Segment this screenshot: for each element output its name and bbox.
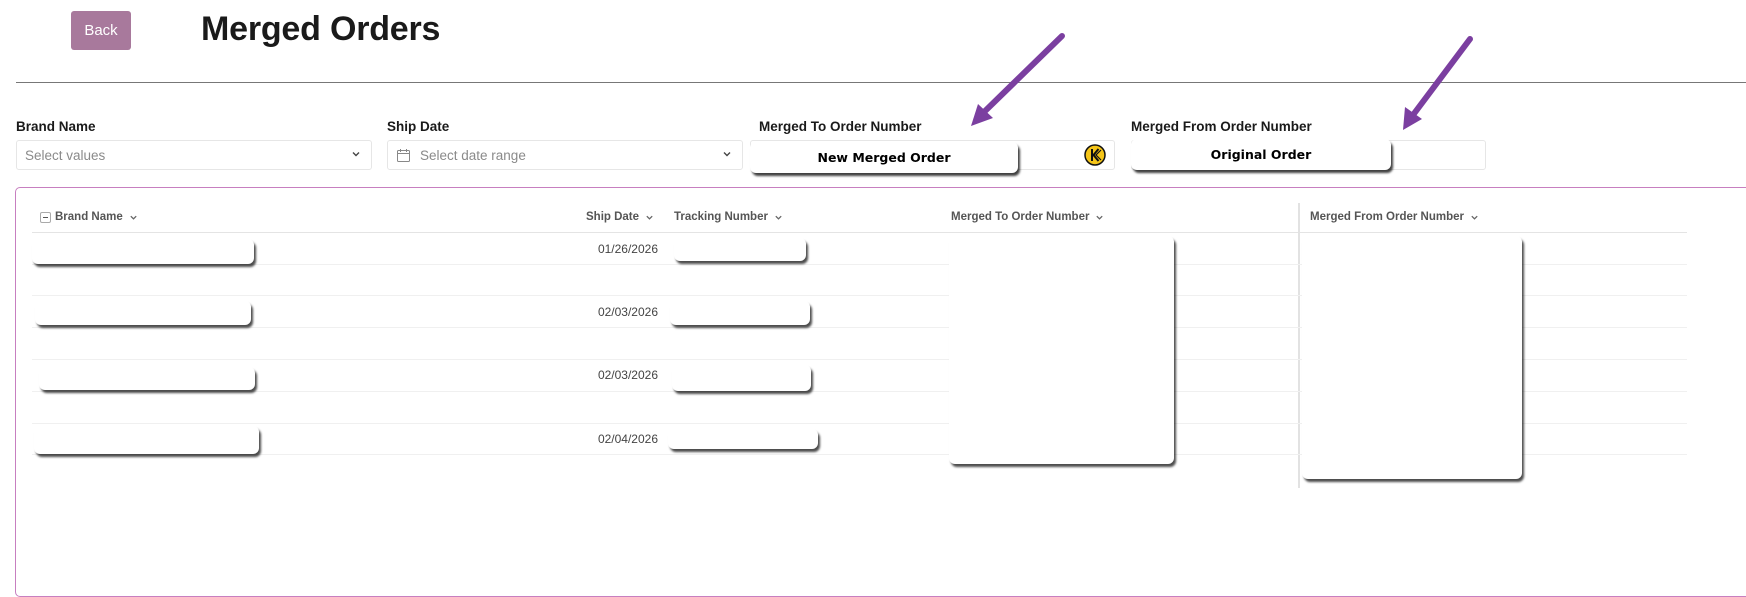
brand-name-redaction (32, 239, 254, 264)
calendar-icon (397, 148, 410, 162)
original-order-callout: Original Order (1131, 139, 1391, 170)
tracking-number-redaction (670, 301, 810, 325)
brand-name-redaction (39, 367, 255, 390)
col-header-ship-date[interactable]: Ship Date (586, 211, 654, 223)
collapse-icon[interactable] (40, 212, 51, 223)
ship-date-range-picker[interactable]: Select date range (387, 140, 743, 170)
chevron-down-icon (1096, 215, 1104, 220)
table-header-divider (32, 232, 1687, 233)
ship-date-cell: 01/26/2026 (597, 242, 658, 256)
merged-to-column-redaction (949, 236, 1174, 464)
brand-name-filter-label: Brand Name (16, 119, 96, 134)
col-header-brand-name[interactable]: Brand Name (55, 211, 138, 223)
tracking-number-redaction (672, 365, 811, 391)
page-title: Merged Orders (201, 10, 441, 48)
ship-date-filter-label: Ship Date (387, 119, 450, 134)
new-merged-order-callout: New Merged Order (750, 142, 1018, 173)
ship-date-placeholder: Select date range (420, 147, 526, 163)
col-header-merged-to[interactable]: Merged To Order Number (951, 211, 1104, 223)
merged-from-column-redaction (1302, 236, 1522, 479)
chevron-down-icon (130, 215, 137, 220)
chevron-down-icon (723, 152, 731, 157)
brand-name-select[interactable]: Select values (16, 140, 372, 170)
tracking-number-redaction (674, 238, 806, 261)
col-header-tracking-number[interactable]: Tracking Number (674, 211, 783, 223)
ship-date-cell: 02/03/2026 (597, 305, 658, 319)
col-header-merged-from[interactable]: Merged From Order Number (1310, 211, 1479, 223)
keeper-icon[interactable] (1084, 144, 1106, 166)
ship-date-cell: 02/04/2026 (597, 432, 658, 446)
chevron-down-icon (646, 215, 653, 220)
tracking-number-redaction (668, 429, 818, 449)
chevron-down-icon (1471, 215, 1478, 220)
merged-to-filter-label: Merged To Order Number (759, 119, 922, 134)
brand-name-redaction (34, 426, 259, 454)
brand-name-redaction (35, 301, 251, 325)
merged-from-filter-label: Merged From Order Number (1131, 119, 1312, 134)
header-divider (16, 82, 1746, 83)
column-divider (1298, 203, 1300, 488)
chevron-down-icon (352, 152, 360, 157)
chevron-down-icon (775, 215, 782, 220)
ship-date-cell: 02/03/2026 (597, 368, 658, 382)
back-button[interactable]: Back (71, 11, 131, 50)
brand-name-placeholder: Select values (25, 147, 106, 163)
